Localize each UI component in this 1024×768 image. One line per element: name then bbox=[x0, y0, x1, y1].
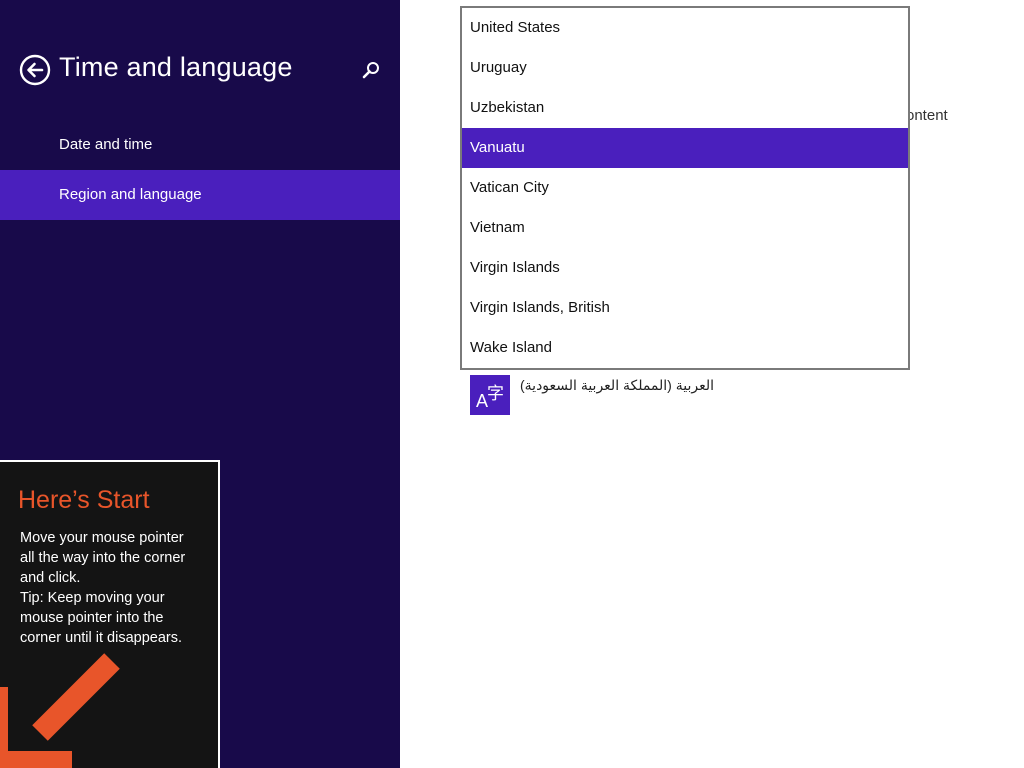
back-button[interactable] bbox=[19, 54, 51, 86]
content-partial-text: ontent bbox=[906, 107, 948, 124]
start-tip-line: Tip: Keep moving your bbox=[20, 590, 165, 606]
country-option[interactable]: United States bbox=[462, 8, 908, 48]
country-option[interactable]: Uruguay bbox=[462, 48, 908, 88]
country-option[interactable]: Uzbekistan bbox=[462, 88, 908, 128]
start-tip-line: corner until it disappears. bbox=[20, 630, 182, 646]
country-dropdown-list[interactable]: United States Uruguay Uzbekistan Vanuatu… bbox=[460, 6, 910, 370]
country-option[interactable]: Vietnam bbox=[462, 208, 908, 248]
sidebar-item-date-and-time[interactable]: Date and time bbox=[0, 120, 400, 170]
start-tip-body: Move your mouse pointer all the way into… bbox=[20, 528, 210, 648]
settings-sidebar: Time and language Date and time Region a… bbox=[0, 0, 400, 768]
start-tip-title: Here’s Start bbox=[18, 486, 150, 514]
page-title: Time and language bbox=[59, 52, 293, 82]
sidebar-item-region-and-language[interactable]: Region and language bbox=[0, 170, 400, 220]
back-arrow-circle-icon bbox=[19, 54, 51, 86]
country-option-selected[interactable]: Vanuatu bbox=[462, 128, 908, 168]
arrow-down-left-icon bbox=[0, 653, 120, 768]
language-icon-cjk-glyph: 字 bbox=[487, 384, 504, 403]
language-item-label[interactable]: العربية (المملكة العربية السعودية) bbox=[520, 377, 715, 394]
language-icon[interactable]: A 字 bbox=[470, 375, 510, 415]
start-tip-line: and click. bbox=[20, 570, 81, 586]
search-icon bbox=[362, 62, 379, 79]
start-tip-line: mouse pointer into the bbox=[20, 610, 164, 626]
country-option[interactable]: Virgin Islands, British bbox=[462, 288, 908, 328]
start-tip-line: Move your mouse pointer bbox=[20, 530, 184, 546]
start-tip-line: all the way into the corner bbox=[20, 550, 186, 566]
search-button[interactable] bbox=[360, 60, 382, 82]
country-option[interactable]: Wake Island bbox=[462, 328, 908, 368]
country-option[interactable]: Vatican City bbox=[462, 168, 908, 208]
start-tip-overlay: Here’s Start Move your mouse pointer all… bbox=[0, 460, 220, 768]
country-option[interactable]: Virgin Islands bbox=[462, 248, 908, 288]
